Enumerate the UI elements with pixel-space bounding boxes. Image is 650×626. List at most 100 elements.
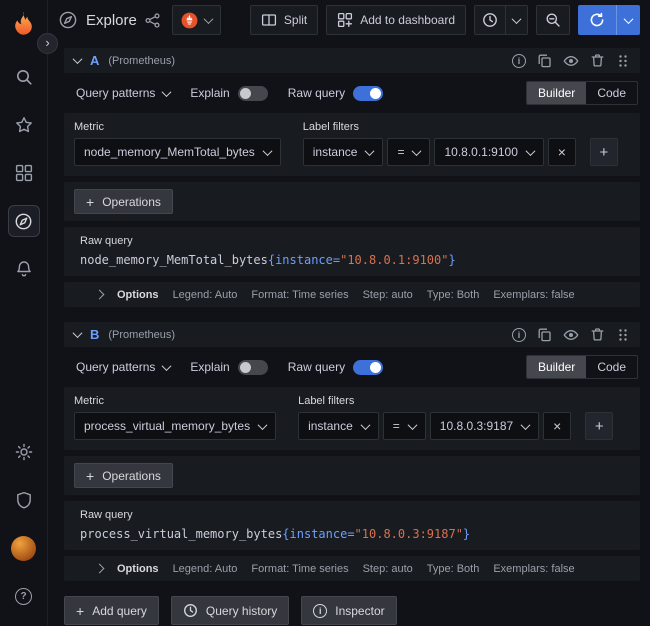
option-format: Format: Time series	[251, 289, 348, 301]
builder-mode-button[interactable]: Builder	[527, 82, 586, 104]
raw-query-toggle[interactable]: Raw query	[288, 360, 383, 375]
explain-label: Explain	[190, 360, 229, 374]
sidebar-item-explore[interactable]	[8, 205, 40, 237]
drag-handle-icon[interactable]	[616, 327, 630, 343]
raw-query-value: "10.8.0.1:9100"	[340, 253, 448, 267]
explain-toggle[interactable]: Explain	[190, 86, 267, 101]
raw-query-metric: node_memory_MemTotal_bytes	[80, 253, 268, 267]
raw-query-toggle[interactable]: Raw query	[288, 86, 383, 101]
filter-operator-select[interactable]: =	[383, 412, 426, 440]
query-options-row[interactable]: Options Legend: Auto Format: Time series…	[64, 282, 640, 307]
chevron-down-icon[interactable]	[73, 328, 83, 338]
help-icon: ?	[15, 588, 32, 605]
chevron-right-icon[interactable]	[95, 564, 105, 574]
query-patterns-label: Query patterns	[76, 360, 155, 374]
page-title-wrap: Explore	[58, 10, 160, 30]
query-history-label: Query history	[206, 604, 277, 618]
inspector-button[interactable]: i Inspector	[301, 596, 396, 625]
drag-handle-icon[interactable]	[616, 53, 630, 69]
builder-mode-button[interactable]: Builder	[527, 356, 586, 378]
share-icon[interactable]	[145, 13, 160, 28]
remove-filter-button[interactable]: ×	[543, 412, 571, 440]
filter-key-select[interactable]: instance	[303, 138, 384, 166]
sidebar-item-starred[interactable]	[8, 109, 40, 141]
raw-query-value: "10.8.0.3:9187"	[355, 527, 463, 541]
duplicate-icon	[537, 327, 552, 342]
option-legend: Legend: Auto	[173, 289, 238, 301]
chevron-right-icon[interactable]	[95, 290, 105, 300]
gear-icon	[15, 443, 33, 461]
disable-query-button[interactable]	[563, 327, 579, 343]
add-filter-button[interactable]: +	[590, 138, 618, 166]
toggle-switch[interactable]	[238, 86, 268, 101]
search-icon	[15, 68, 33, 86]
query-options-row[interactable]: Options Legend: Auto Format: Time series…	[64, 556, 640, 581]
filter-operator-value: =	[393, 419, 400, 433]
raw-query-title: Raw query	[80, 509, 630, 521]
bell-icon	[15, 260, 33, 278]
run-query-button[interactable]	[578, 5, 616, 35]
chevron-down-icon[interactable]	[73, 54, 83, 64]
query-patterns-dropdown[interactable]: Query patterns	[76, 86, 170, 100]
remove-filter-button[interactable]: ×	[548, 138, 576, 166]
option-step: Step: auto	[363, 289, 413, 301]
add-to-dashboard-button[interactable]: Add to dashboard	[326, 5, 466, 35]
sidebar-item-help[interactable]: ?	[8, 580, 40, 612]
remove-query-button[interactable]	[590, 327, 605, 342]
filter-value-select[interactable]: 10.8.0.1:9100	[434, 138, 543, 166]
metric-select[interactable]: process_virtual_memory_bytes	[74, 412, 276, 440]
add-operation-button[interactable]: + Operations	[74, 463, 173, 488]
explore-content: A (Prometheus) i Query patterns	[48, 40, 650, 626]
raw-query-label-part: {instance=	[282, 527, 354, 541]
filter-operator-select[interactable]: =	[387, 138, 430, 166]
query-help-button[interactable]: i	[512, 328, 526, 342]
label-filters-field: Label filters instance = 10.8.0.1:9100 ×…	[303, 121, 618, 166]
time-picker-caret[interactable]	[505, 6, 527, 34]
sidebar-item-profile[interactable]	[8, 532, 40, 564]
filter-value-select[interactable]: 10.8.0.3:9187	[430, 412, 539, 440]
query-help-button[interactable]: i	[512, 54, 526, 68]
toggle-switch[interactable]	[353, 360, 383, 375]
sidebar-item-dashboards[interactable]	[8, 157, 40, 189]
disable-query-button[interactable]	[563, 53, 579, 69]
zoom-out-button[interactable]	[536, 5, 570, 35]
run-query-caret[interactable]	[616, 5, 640, 35]
datasource-picker[interactable]	[172, 5, 221, 35]
split-button[interactable]: Split	[250, 5, 318, 35]
query-history-button[interactable]: Query history	[171, 596, 289, 625]
sidebar-expand-button[interactable]: ›	[37, 33, 58, 54]
metric-select[interactable]: node_memory_MemTotal_bytes	[74, 138, 281, 166]
grafana-logo[interactable]	[10, 10, 37, 37]
remove-query-button[interactable]	[590, 53, 605, 68]
query-patterns-label: Query patterns	[76, 86, 155, 100]
add-filter-button[interactable]: +	[585, 412, 613, 440]
toggle-switch[interactable]	[238, 360, 268, 375]
sidebar-item-search[interactable]	[8, 61, 40, 93]
code-mode-button[interactable]: Code	[586, 82, 637, 104]
time-picker-button[interactable]	[475, 6, 505, 34]
query-row-header[interactable]: B (Prometheus) i	[64, 322, 640, 347]
filter-value: 10.8.0.3:9187	[440, 419, 513, 433]
duplicate-query-button[interactable]	[537, 327, 552, 342]
code-mode-button[interactable]: Code	[586, 356, 637, 378]
explain-toggle[interactable]: Explain	[190, 360, 267, 375]
raw-query-title: Raw query	[80, 235, 630, 247]
option-type: Type: Both	[427, 289, 480, 301]
add-query-button[interactable]: + Add query	[64, 596, 159, 625]
sidebar-item-configuration[interactable]	[8, 436, 40, 468]
option-type: Type: Both	[427, 563, 480, 575]
option-exemplars: Exemplars: false	[493, 563, 574, 575]
duplicate-query-button[interactable]	[537, 53, 552, 68]
topbar-actions: Split Add to dashboard	[250, 5, 640, 35]
filter-key-select[interactable]: instance	[298, 412, 379, 440]
query-patterns-dropdown[interactable]: Query patterns	[76, 360, 170, 374]
add-operation-button[interactable]: + Operations	[74, 189, 173, 214]
filter-key-value: instance	[308, 419, 353, 433]
raw-query-close: }	[463, 527, 470, 541]
sidebar-item-alerting[interactable]	[8, 253, 40, 285]
explain-label: Explain	[190, 86, 229, 100]
query-row-header[interactable]: A (Prometheus) i	[64, 48, 640, 73]
sidebar-item-admin[interactable]	[8, 484, 40, 516]
toggle-switch[interactable]	[353, 86, 383, 101]
filter-operator-value: =	[397, 145, 404, 159]
